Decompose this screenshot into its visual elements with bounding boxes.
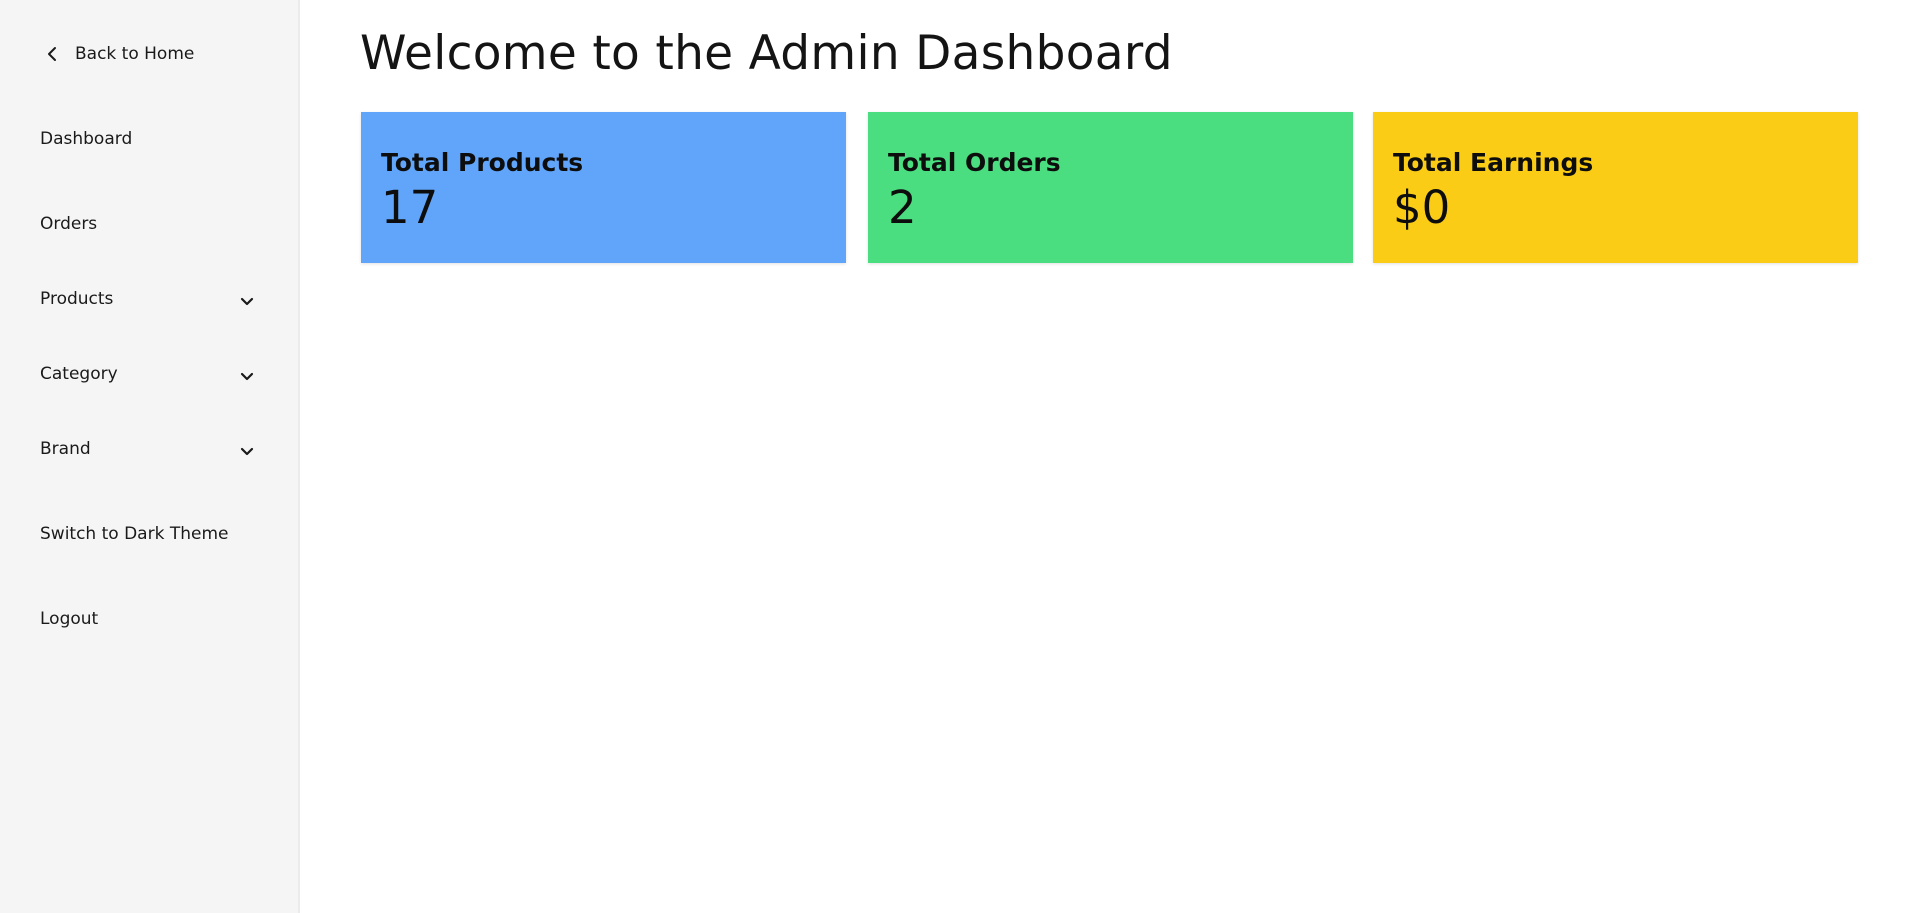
stat-card-total-earnings: Total Earnings $0 <box>1373 112 1858 263</box>
stat-card-total-products: Total Products 17 <box>361 112 846 263</box>
stat-card-title: Total Earnings <box>1393 148 1594 177</box>
page-title: Welcome to the Admin Dashboard <box>360 26 1173 81</box>
back-to-home-link[interactable]: Back to Home <box>44 39 194 69</box>
sidebar-item-label: Category <box>40 364 118 384</box>
stat-card-title: Total Orders <box>888 148 1061 177</box>
sidebar-item-category[interactable]: Category <box>40 359 260 389</box>
stat-card-value: 2 <box>888 181 917 234</box>
chevron-left-icon <box>44 45 62 63</box>
sidebar-item-label: Brand <box>40 439 91 459</box>
sidebar-item-label: Products <box>40 289 114 309</box>
sidebar-item-orders[interactable]: Orders <box>40 209 260 239</box>
back-to-home-label: Back to Home <box>75 44 195 64</box>
chevron-down-icon[interactable] <box>239 369 255 385</box>
stat-card-value: 17 <box>381 181 439 234</box>
stat-card-value: $0 <box>1393 181 1451 234</box>
sidebar: Back to Home Dashboard Orders Products C… <box>0 0 300 913</box>
admin-app: Back to Home Dashboard Orders Products C… <box>0 0 1920 913</box>
sidebar-item-label: Switch to Dark Theme <box>40 524 229 544</box>
main-content: Welcome to the Admin Dashboard Total Pro… <box>300 0 1920 913</box>
chevron-down-icon[interactable] <box>239 294 255 310</box>
sidebar-item-brand[interactable]: Brand <box>40 434 260 464</box>
sidebar-item-label: Logout <box>40 609 99 629</box>
sidebar-item-label: Dashboard <box>40 129 133 149</box>
sidebar-item-switch-theme[interactable]: Switch to Dark Theme <box>40 519 260 549</box>
stat-card-total-orders: Total Orders 2 <box>868 112 1353 263</box>
sidebar-item-products[interactable]: Products <box>40 284 260 314</box>
sidebar-item-dashboard[interactable]: Dashboard <box>40 124 260 154</box>
chevron-down-icon[interactable] <box>239 444 255 460</box>
sidebar-item-logout[interactable]: Logout <box>40 604 260 634</box>
stat-card-title: Total Products <box>381 148 584 177</box>
sidebar-item-label: Orders <box>40 214 98 234</box>
